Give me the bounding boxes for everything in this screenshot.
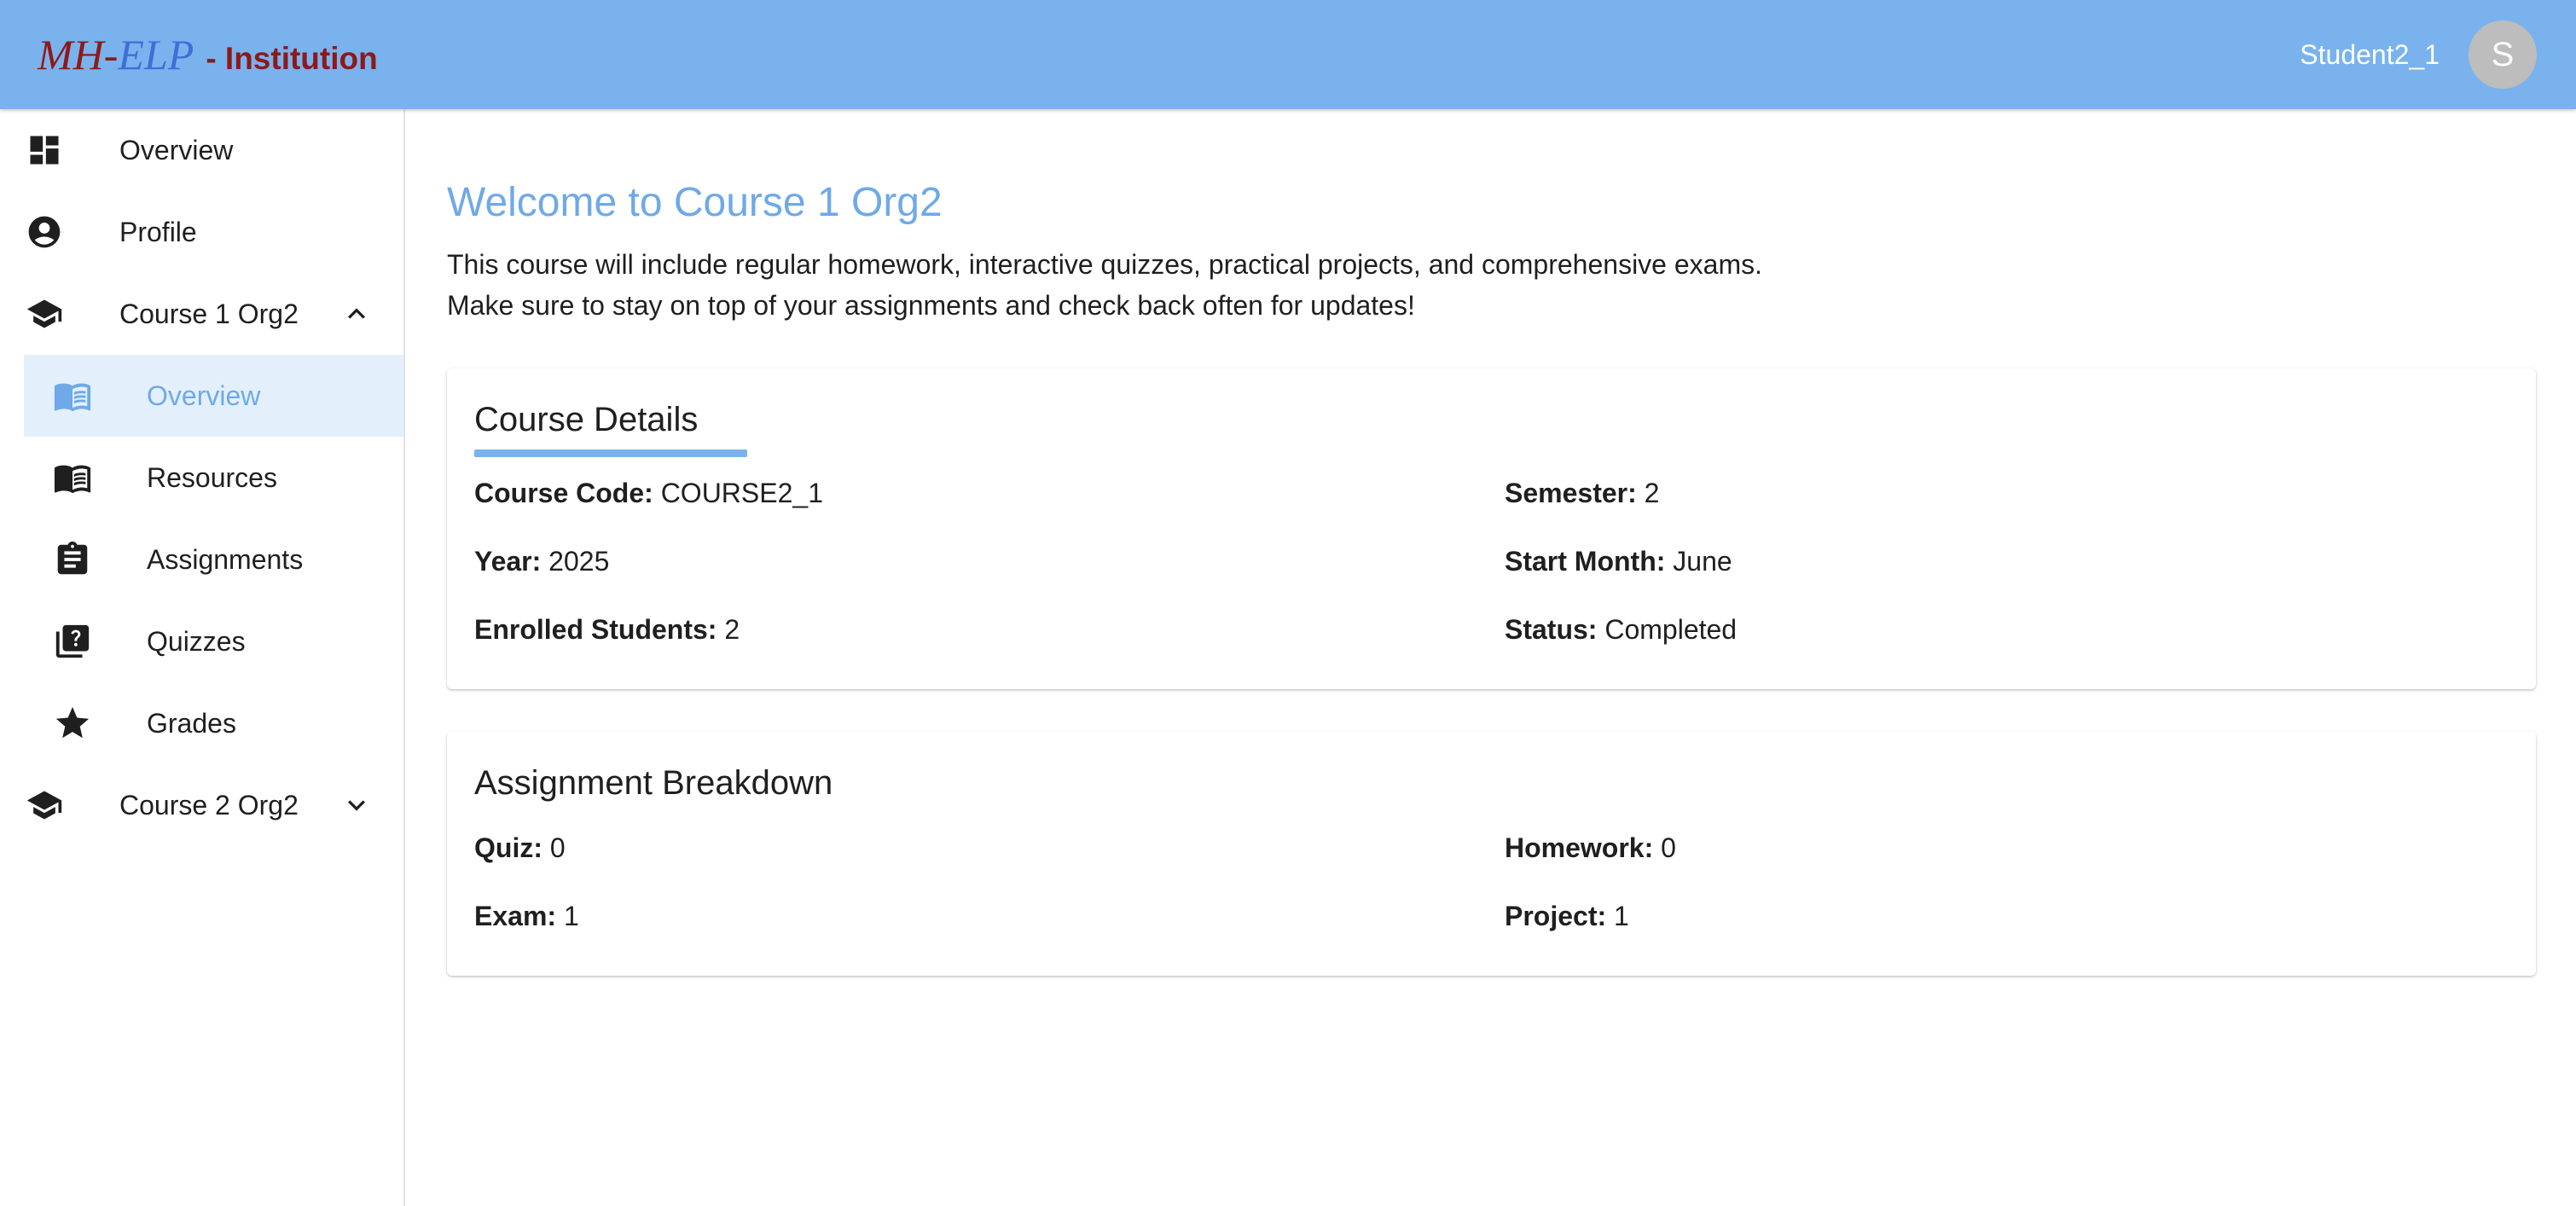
- course-description-line-2: Make sure to stay on top of your assignm…: [447, 290, 1415, 321]
- logo-institution: - Institution: [206, 41, 378, 76]
- sidebar-subitem-overview[interactable]: Overview: [24, 355, 403, 437]
- field-value: Completed: [1604, 614, 1738, 645]
- status-field: Status: Completed: [1505, 614, 1737, 646]
- field-label: Semester:: [1505, 478, 1637, 508]
- sidebar-item-label: Course 1 Org2: [119, 298, 299, 329]
- chevron-down-icon[interactable]: [339, 788, 374, 822]
- sidebar-subitem-label: Quizzes: [147, 626, 246, 657]
- sidebar-item-course-1-org2[interactable]: Course 1 Org2: [0, 273, 403, 355]
- school-icon: [26, 786, 63, 824]
- sidebar-item-label: Course 2 Org2: [119, 789, 299, 820]
- star-icon: [53, 704, 92, 743]
- course-code-field: Course Code: COURSE2_1: [474, 478, 823, 509]
- field-value: June: [1673, 546, 1732, 577]
- dashboard-icon: [26, 131, 63, 169]
- course-description-line-1: This course will include regular homewor…: [447, 249, 1762, 280]
- enrolled-students-field: Enrolled Students: 2: [474, 614, 740, 646]
- sidebar-item-overview[interactable]: Overview: [0, 109, 403, 191]
- sidebar-subitem-label: Grades: [147, 708, 236, 739]
- field-label: Enrolled Students:: [474, 614, 717, 645]
- chevron-up-icon[interactable]: [339, 297, 374, 331]
- sidebar-subitem-resources[interactable]: Resources: [24, 437, 403, 519]
- card-title: Assignment Breakdown: [474, 764, 833, 802]
- field-value: 2: [1644, 478, 1660, 508]
- field-value: 1: [563, 901, 579, 931]
- year-field: Year: 2025: [474, 546, 609, 577]
- field-label: Exam:: [474, 901, 557, 931]
- homework-count-field: Homework: 0: [1505, 832, 1676, 864]
- logo-dash: -: [103, 31, 119, 78]
- start-month-field: Start Month: June: [1505, 546, 1732, 577]
- field-label: Year:: [474, 546, 542, 577]
- app-logo[interactable]: MH - ELP - Institution: [38, 30, 378, 79]
- sidebar-subitem-quizzes[interactable]: Quizzes: [24, 600, 403, 682]
- menu-book-icon: [53, 376, 92, 415]
- sidebar-item-profile[interactable]: Profile: [0, 191, 403, 273]
- sidebar-item-label: Profile: [119, 216, 197, 247]
- field-value: 0: [549, 832, 566, 863]
- field-label: Homework:: [1505, 832, 1654, 863]
- sidebar: Overview Profile Course 1 Org2 Overview …: [0, 109, 405, 1206]
- logo-elp: ELP: [118, 31, 194, 78]
- field-label: Status:: [1505, 614, 1598, 645]
- card-title: Course Details: [474, 401, 699, 438]
- sidebar-subitem-label: Assignments: [147, 544, 304, 575]
- assignment-breakdown-card: Assignment Breakdown Quiz: 0 Homework: 0…: [447, 732, 2536, 976]
- sidebar-subitem-label: Resources: [147, 462, 277, 493]
- sidebar-subitem-grades[interactable]: Grades: [24, 682, 403, 764]
- sidebar-item-course-2-org2[interactable]: Course 2 Org2: [0, 764, 403, 846]
- quiz-count-field: Quiz: 0: [474, 832, 566, 864]
- app-bar: MH - ELP - Institution Student2_1 S: [0, 0, 2576, 109]
- account-circle-icon: [26, 213, 63, 251]
- logo-mh: MH: [38, 31, 104, 78]
- field-label: Course Code:: [474, 478, 653, 508]
- field-value: 2025: [548, 546, 610, 577]
- sidebar-subitem-assignments[interactable]: Assignments: [24, 519, 403, 600]
- field-label: Quiz:: [474, 832, 542, 863]
- sidebar-subitem-label: Overview: [147, 380, 261, 411]
- assignment-icon: [53, 540, 92, 579]
- school-icon: [26, 295, 63, 333]
- project-count-field: Project: 1: [1505, 901, 1629, 932]
- page-title: Welcome to Course 1 Org2: [447, 180, 943, 225]
- field-value: 1: [1614, 901, 1629, 931]
- field-value: COURSE2_1: [660, 478, 823, 508]
- sidebar-item-label: Overview: [119, 134, 234, 165]
- field-value: 0: [1661, 832, 1676, 863]
- user-menu[interactable]: Student2_1 S: [2300, 20, 2537, 89]
- field-value: 2: [724, 614, 740, 645]
- semester-field: Semester: 2: [1505, 478, 1659, 509]
- title-underline: [474, 449, 747, 457]
- course-details-card: Course Details Course Code: COURSE2_1 Se…: [447, 368, 2536, 689]
- field-label: Start Month:: [1505, 546, 1666, 577]
- field-label: Project:: [1505, 901, 1607, 931]
- menu-book-icon: [53, 458, 92, 497]
- quiz-icon: [53, 622, 92, 661]
- username: Student2_1: [2300, 38, 2440, 70]
- avatar[interactable]: S: [2469, 20, 2537, 89]
- exam-count-field: Exam: 1: [474, 901, 579, 932]
